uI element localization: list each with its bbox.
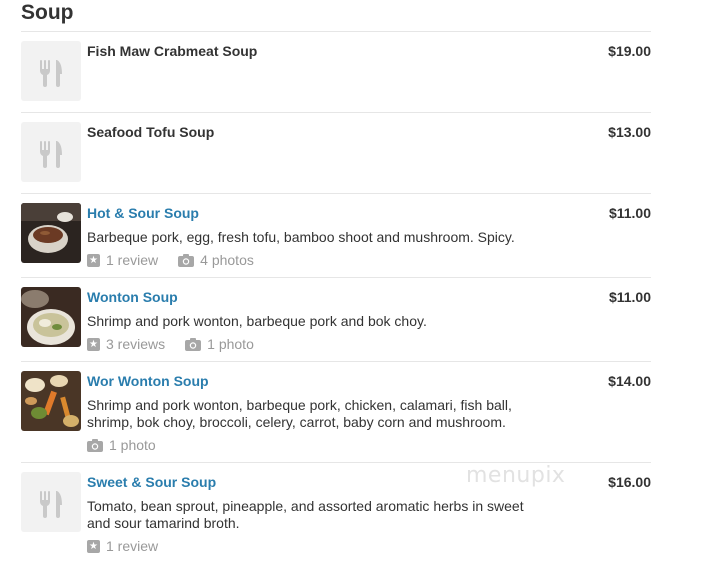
camera-icon — [87, 439, 103, 452]
fork-knife-icon — [40, 60, 62, 87]
review-star-icon — [87, 252, 100, 269]
section-title: Soup — [21, 1, 74, 24]
review-star-icon — [87, 538, 100, 555]
reviews-count: 3 reviews — [106, 336, 166, 352]
photos-link[interactable]: 4 photos — [178, 252, 254, 269]
item-price: $11.00 — [608, 289, 651, 305]
item-price: $19.00 — [608, 43, 651, 59]
photos-count: 1 photo — [207, 336, 254, 352]
photos-link[interactable]: 1 photo — [87, 437, 156, 454]
item-photo[interactable] — [21, 371, 81, 431]
item-name-link[interactable]: Wonton Soup — [87, 288, 178, 306]
review-star-icon — [87, 336, 100, 353]
camera-icon — [178, 254, 195, 267]
item-price: $14.00 — [608, 373, 651, 389]
menu-item: Wor Wonton Soup Shrimp and pork wonton, … — [21, 361, 651, 462]
item-description: Shrimp and pork wonton, barbeque pork, c… — [87, 397, 512, 430]
item-description: Barbeque pork, egg, fresh tofu, bamboo s… — [87, 229, 515, 245]
item-price: $11.00 — [608, 205, 651, 221]
photos-count: 4 photos — [200, 252, 254, 268]
reviews-link[interactable]: 1 review — [87, 538, 158, 555]
item-name: Fish Maw Crabmeat Soup — [87, 43, 258, 59]
menu-item: Wonton Soup Shrimp and pork wonton, barb… — [21, 277, 651, 361]
reviews-count: 1 review — [106, 252, 159, 268]
reviews-link[interactable]: 3 reviews — [87, 336, 165, 353]
placeholder-thumbnail — [21, 41, 81, 101]
reviews-count: 1 review — [106, 538, 159, 554]
fork-knife-icon — [40, 491, 62, 518]
soup-bowl-photo — [21, 203, 81, 263]
placeholder-thumbnail — [21, 472, 81, 532]
photos-link[interactable]: 1 photo — [185, 336, 254, 353]
item-name-link[interactable]: Hot & Sour Soup — [87, 204, 199, 222]
camera-icon — [185, 338, 202, 351]
placeholder-thumbnail — [21, 122, 81, 182]
fork-knife-icon — [40, 141, 62, 168]
item-price: $16.00 — [608, 474, 651, 490]
watermark: menupix — [466, 463, 566, 488]
item-photo[interactable] — [21, 287, 81, 347]
wonton-soup-photo — [21, 287, 81, 347]
item-name-link[interactable]: Wor Wonton Soup — [87, 372, 209, 390]
item-name: Seafood Tofu Soup — [87, 124, 215, 140]
item-name-link[interactable]: Sweet & Sour Soup — [87, 473, 216, 491]
photos-count: 1 photo — [109, 437, 156, 453]
menu-item: Seafood Tofu Soup $13.00 — [21, 112, 651, 193]
menu-item: Hot & Sour Soup Barbeque pork, egg, fres… — [21, 193, 651, 277]
menu-item: Fish Maw Crabmeat Soup $19.00 — [21, 31, 651, 112]
item-description: Shrimp and pork wonton, barbeque pork an… — [87, 313, 427, 329]
reviews-link[interactable]: 1 review — [87, 252, 158, 269]
item-price: $13.00 — [608, 124, 651, 140]
item-description: Tomato, bean sprout, pineapple, and asso… — [87, 498, 524, 531]
wor-wonton-soup-photo — [21, 371, 81, 431]
item-photo[interactable] — [21, 203, 81, 263]
